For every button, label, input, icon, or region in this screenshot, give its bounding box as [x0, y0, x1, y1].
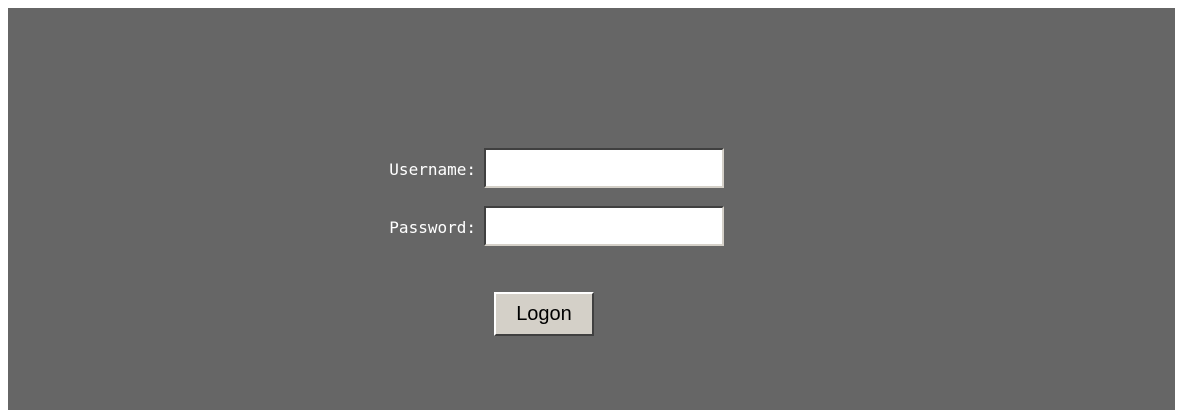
password-input[interactable]	[484, 206, 724, 246]
logon-button[interactable]: Logon	[494, 292, 594, 336]
login-panel: Username: Password: Logon	[8, 8, 1175, 410]
password-label: Password:	[389, 218, 476, 237]
username-label: Username:	[389, 160, 476, 179]
username-input[interactable]	[484, 148, 724, 188]
